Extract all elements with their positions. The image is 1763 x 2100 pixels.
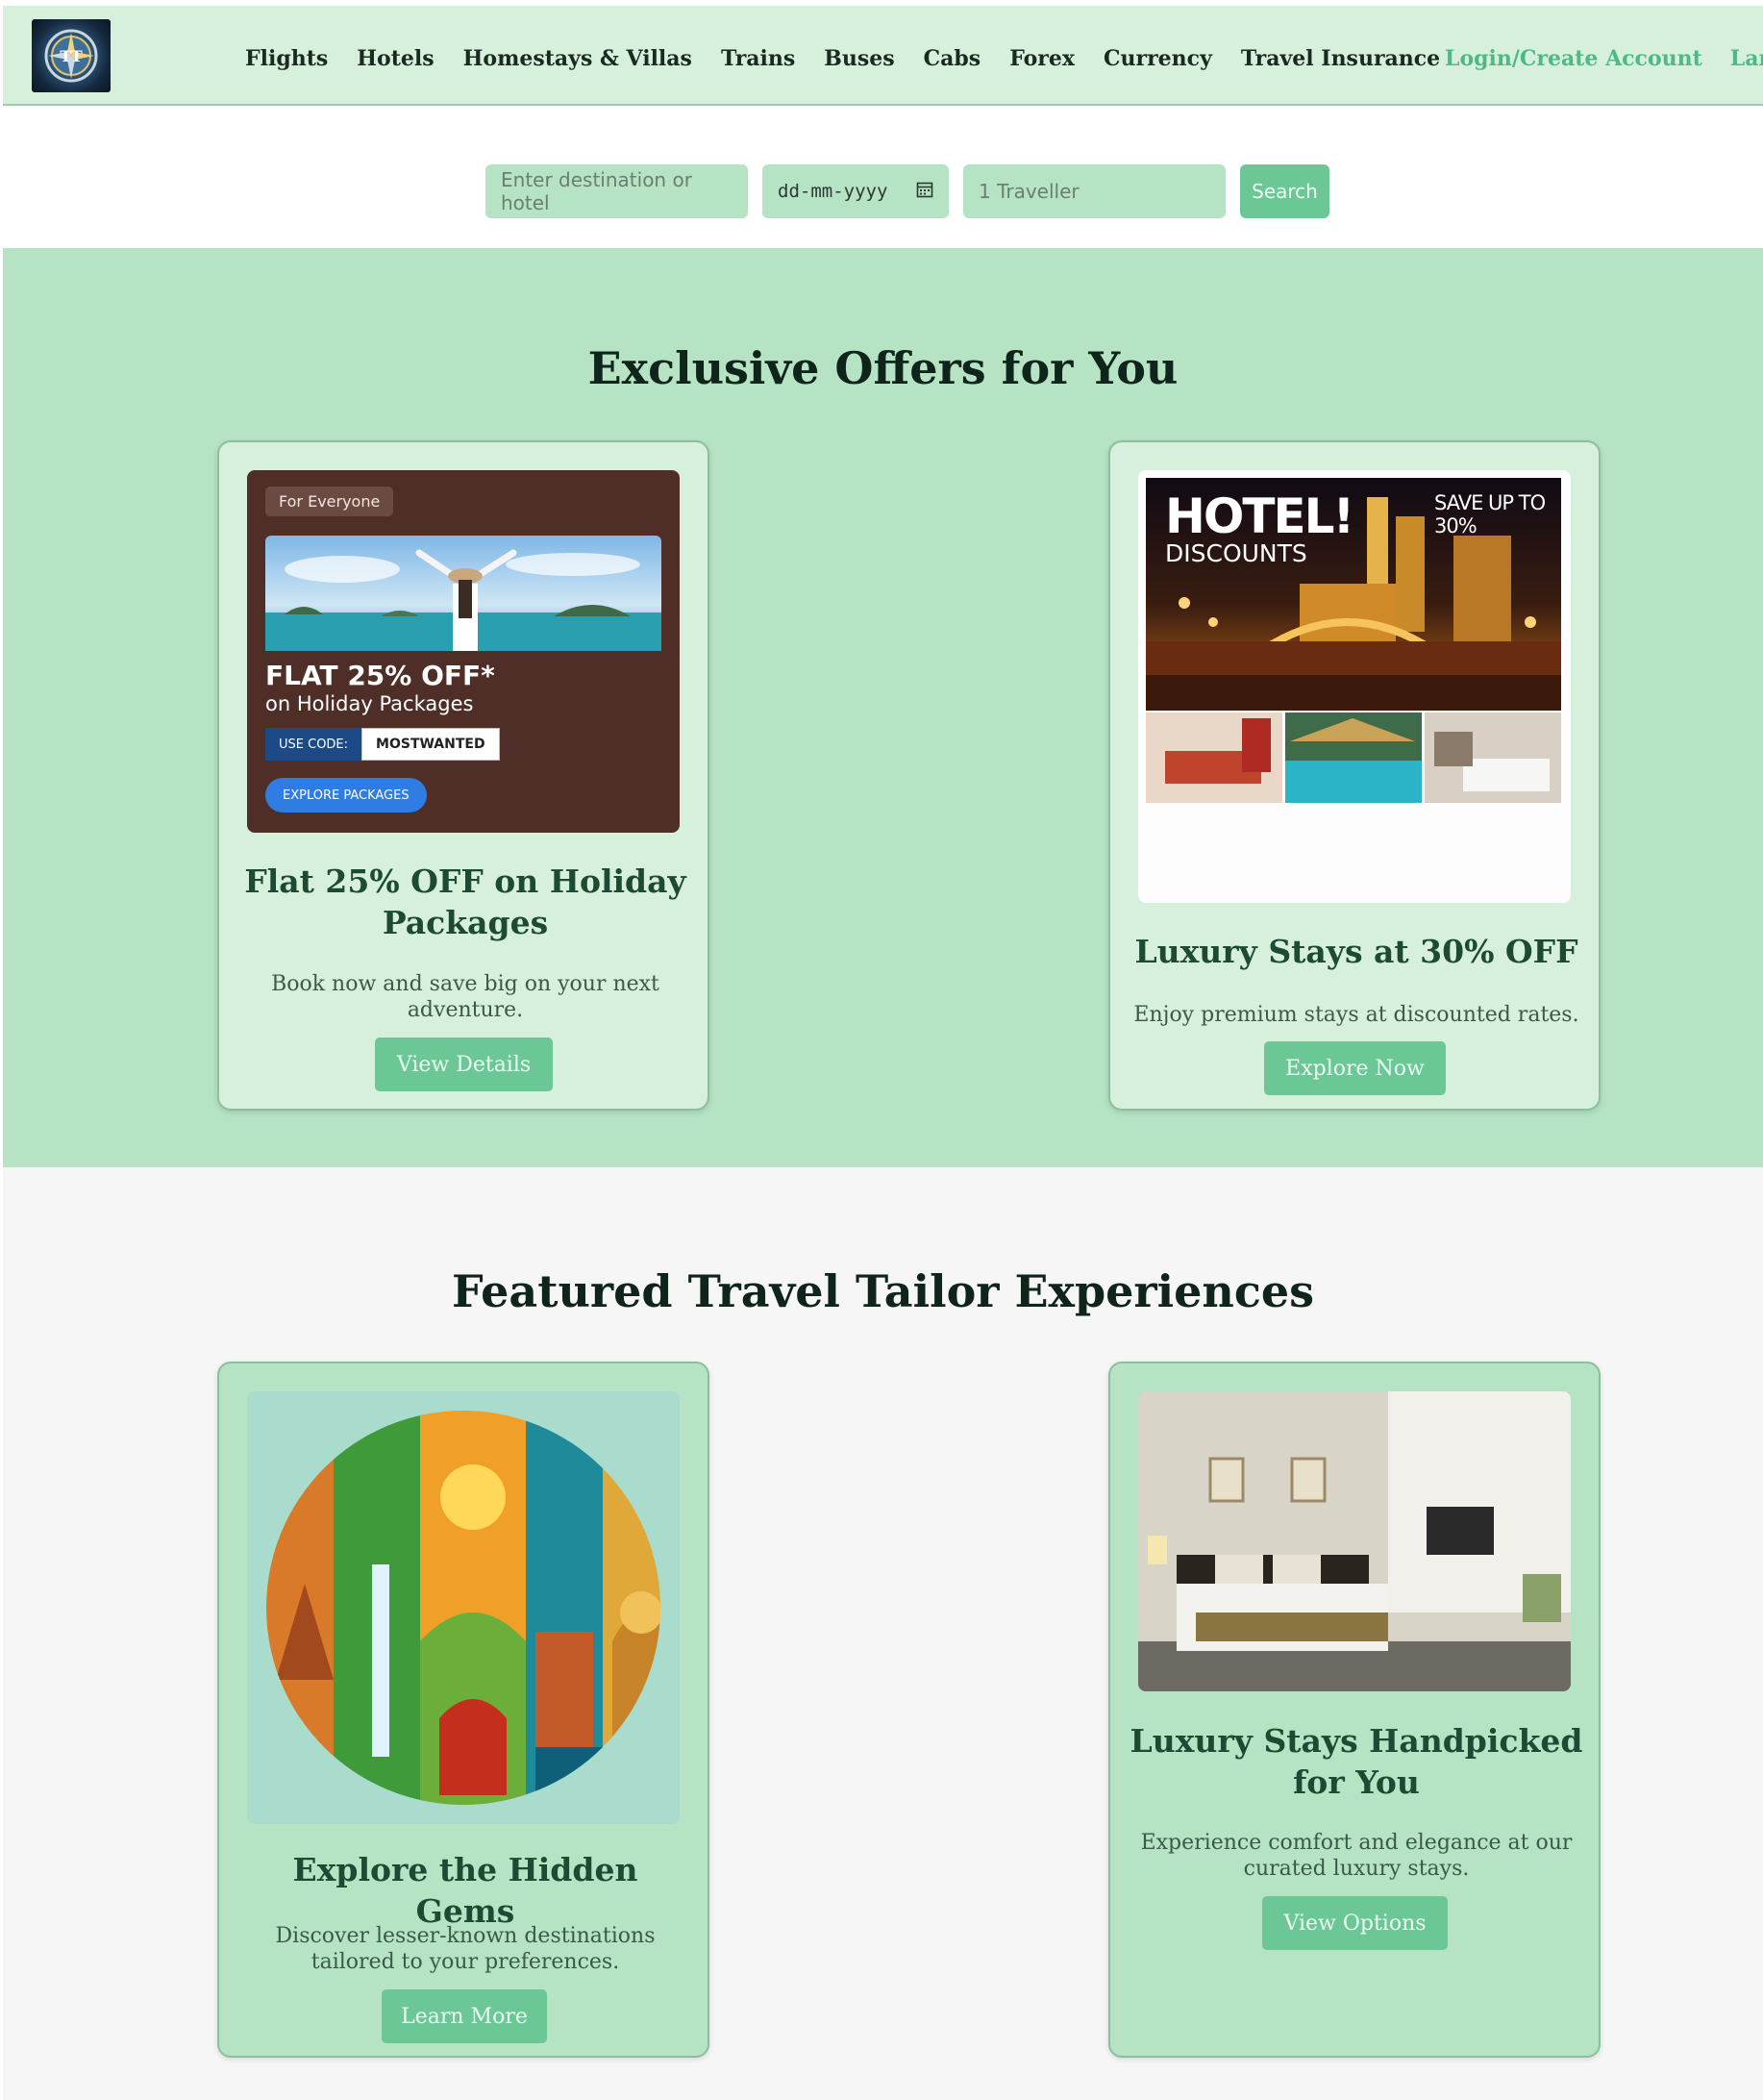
date-placeholder: dd-mm-yyyy	[778, 181, 888, 202]
nav-flights[interactable]: Flights	[245, 46, 328, 71]
india-collage-illustration	[266, 1411, 660, 1805]
top-navigation-bar: TT Flights Hotels Homestays & Villas Tra…	[3, 6, 1763, 106]
offer-card-title: Luxury Stays at 30% OFF	[1134, 933, 1578, 970]
beach-woman-photo	[265, 536, 661, 651]
view-options-button[interactable]: View Options	[1262, 1896, 1448, 1950]
hotel-discount-banner[interactable]: HOTEL! DISCOUNTS SAVE UP TO 30%	[1138, 470, 1571, 903]
learn-more-button[interactable]: Learn More	[382, 1989, 547, 2043]
svg-text:TT: TT	[60, 47, 82, 65]
featured-card-title: Explore the Hidden Gems	[292, 1851, 638, 1930]
hotel-banner-subline: DISCOUNTS	[1165, 539, 1307, 567]
holiday-offer-banner[interactable]: For Everyone FLAT 25% OFF* on Holiday Pa…	[247, 470, 680, 833]
search-button[interactable]: Search	[1240, 164, 1329, 218]
exclusive-offers-section: Exclusive Offers for You For Everyone FL…	[3, 248, 1763, 1167]
hotel-bedroom-photo	[1138, 1391, 1571, 1691]
travellers-input[interactable]: 1 Traveller	[963, 164, 1226, 218]
view-details-button[interactable]: View Details	[375, 1038, 553, 1091]
nav-hotels[interactable]: Hotels	[357, 46, 434, 71]
explore-now-button[interactable]: Explore Now	[1264, 1041, 1446, 1095]
destination-input[interactable]: Enter destination or hotel	[485, 164, 748, 218]
nav-buses[interactable]: Buses	[824, 46, 894, 71]
hotel-room-thumbnails	[1146, 712, 1561, 803]
promo-code-box: USE CODE: MOSTWANTED	[265, 728, 500, 761]
nav-trains[interactable]: Trains	[721, 46, 795, 71]
hotel-banner-headline: HOTEL!	[1165, 488, 1354, 544]
offer-card-title: Flat 25% OFF on Holiday Packages	[244, 862, 686, 941]
featured-section-title: Featured Travel Tailor Experiences	[451, 1265, 1315, 1317]
featured-card-hidden-gems: Explore the Hidden Gems Discover lesser-…	[217, 1362, 709, 2058]
featured-card-description: Experience comfort and elegance at our c…	[1140, 1831, 1573, 1881]
language-selector[interactable]: Langua	[1730, 46, 1763, 71]
nav-cabs[interactable]: Cabs	[924, 46, 981, 71]
offer-card-description: Enjoy premium stays at discounted rates.	[1133, 1003, 1579, 1027]
featured-card-description: Discover lesser-known destinations tailo…	[275, 1924, 656, 1974]
nav-travel-insurance[interactable]: Travel Insurance	[1241, 46, 1440, 71]
date-input[interactable]: dd-mm-yyyy	[762, 164, 949, 218]
hotel-banner-save: SAVE UP TO 30%	[1434, 491, 1546, 538]
calendar-icon[interactable]	[916, 181, 933, 203]
featured-card-title: Luxury Stays Handpicked for You	[1130, 1722, 1583, 1801]
offer-card-description: Book now and save big on your next adven…	[271, 972, 659, 1022]
account-nav: Login/Create Account Langua	[1445, 46, 1763, 71]
offers-section-title: Exclusive Offers for You	[587, 342, 1179, 394]
nav-forex[interactable]: Forex	[1009, 46, 1075, 71]
main-nav: Flights Hotels Homestays & Villas Trains…	[245, 46, 1469, 71]
offer-card-hotel: HOTEL! DISCOUNTS SAVE UP TO 30% Luxury S…	[1108, 440, 1601, 1111]
offer-card-holiday: For Everyone FLAT 25% OFF* on Holiday Pa…	[217, 440, 709, 1111]
nav-currency[interactable]: Currency	[1104, 46, 1212, 71]
banner-tag: For Everyone	[265, 487, 394, 516]
promo-code-label: USE CODE:	[265, 728, 362, 761]
luxury-room-image[interactable]	[1138, 1391, 1571, 1691]
search-bar: Enter destination or hotel dd-mm-yyyy 1 …	[485, 164, 1329, 218]
banner-headline: FLAT 25% OFF*	[265, 660, 495, 691]
featured-experiences-section: Featured Travel Tailor Experiences Explo…	[3, 1167, 1763, 2100]
login-create-account-link[interactable]: Login/Create Account	[1445, 46, 1702, 71]
featured-card-luxury-stays: Luxury Stays Handpicked for You Experien…	[1108, 1362, 1601, 2058]
banner-subline: on Holiday Packages	[265, 692, 474, 715]
promo-code-value: MOSTWANTED	[361, 728, 500, 761]
hidden-gems-image[interactable]	[247, 1391, 680, 1824]
explore-packages-button[interactable]: EXPLORE PACKAGES	[265, 778, 427, 812]
nav-homestays-villas[interactable]: Homestays & Villas	[463, 46, 692, 71]
brand-logo[interactable]: TT	[32, 19, 111, 92]
